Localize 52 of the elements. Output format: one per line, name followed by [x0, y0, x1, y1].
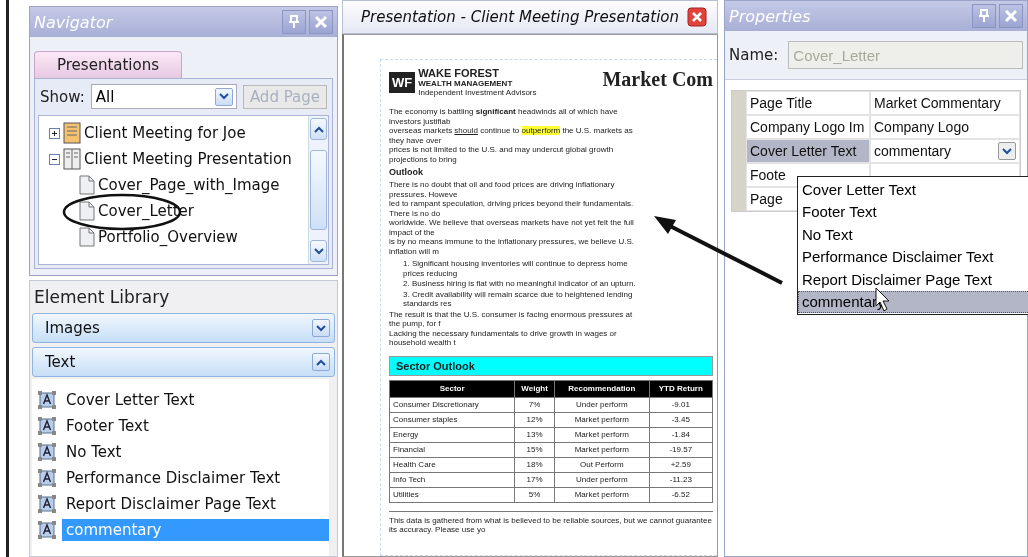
table-cell: -9.01	[649, 397, 713, 412]
document-title: Market Com	[602, 68, 713, 91]
table-cell: Consumer Discretionary	[389, 397, 515, 412]
table-cell: Market perform	[554, 427, 650, 442]
logo-name: WAKE FOREST	[418, 68, 500, 79]
column-header: Weight	[514, 380, 555, 397]
table-cell: Info Tech	[389, 472, 515, 487]
table-cell: -3.45	[649, 412, 713, 427]
column-header: Recommendation	[554, 380, 650, 397]
field-label: Name:	[729, 46, 779, 64]
table-cell: -19.57	[649, 442, 713, 457]
table-cell: 5%	[514, 487, 555, 502]
table-cell: 17%	[514, 472, 555, 487]
body-text-line: The result is that the U.S. consumer is facing enormous pressures at the pump, for f	[389, 309, 634, 329]
table-cell: Utilities	[389, 487, 515, 502]
table-cell: -6.52	[649, 487, 713, 502]
list-item: 2. Business hiring is flat with no meaningful indicator of an upturn.	[402, 279, 637, 289]
table-cell: Financial	[389, 442, 515, 457]
section-heading: Outlook	[389, 167, 424, 177]
list-item: 3. Credit availability will remain scarce due to heightened lending standards res	[402, 289, 634, 309]
table-cell: Energy	[389, 427, 515, 442]
table-cell: Consumer staples	[389, 412, 515, 427]
table-cell: Under perform	[554, 397, 650, 412]
body-text-line: is by no means immune to the inflationary pressures, we believe U.S. inflation will m	[389, 237, 635, 256]
table-cell: Market perform	[554, 412, 650, 427]
footer-text: This data is gathered from what is believed to be reliable sources, but we cannot guarantee its accuracy. Please use yo	[389, 510, 713, 535]
table-cell: 12%	[514, 412, 555, 427]
column-header: Sector	[389, 380, 515, 397]
table-cell: Under perform	[554, 472, 650, 487]
column-header: YTD Return	[649, 380, 713, 397]
body-text-line: prices is not limited to the U.S. and may undercut global growth projections to bring	[389, 145, 615, 164]
table-cell: -11.23	[649, 472, 713, 487]
table-cell: Health Care	[389, 457, 515, 472]
panel-title: Element Library	[33, 286, 171, 309]
panel-title: Properties	[729, 6, 811, 26]
panel-title: Navigator	[34, 12, 113, 32]
list-item: 1. Significant housing inventories will continue to depress home prices reducing	[402, 259, 629, 278]
table-cell: Out Perform	[554, 457, 650, 472]
section-banner: Sector Outlook	[389, 355, 713, 376]
table-cell: 15%	[514, 442, 555, 457]
logo-subtitle: WEALTH MANAGEMENT	[418, 79, 514, 88]
table-cell: 18%	[514, 457, 555, 472]
table-cell: -1.84	[649, 427, 713, 442]
table-cell: Market perform	[554, 442, 650, 457]
field-label: Show:	[40, 87, 85, 106]
logo-mark: WF	[389, 72, 416, 93]
table-cell: Market perform	[554, 487, 650, 502]
table-cell: 13%	[514, 427, 555, 442]
logo-tagline: Independent Investment Advisors	[418, 88, 537, 97]
body-text-line: Lacking the necessary fundamentals to drive growth in wages or household wealth t	[389, 328, 618, 348]
table-cell: +2.59	[649, 457, 713, 472]
table-cell: 7%	[514, 397, 555, 412]
